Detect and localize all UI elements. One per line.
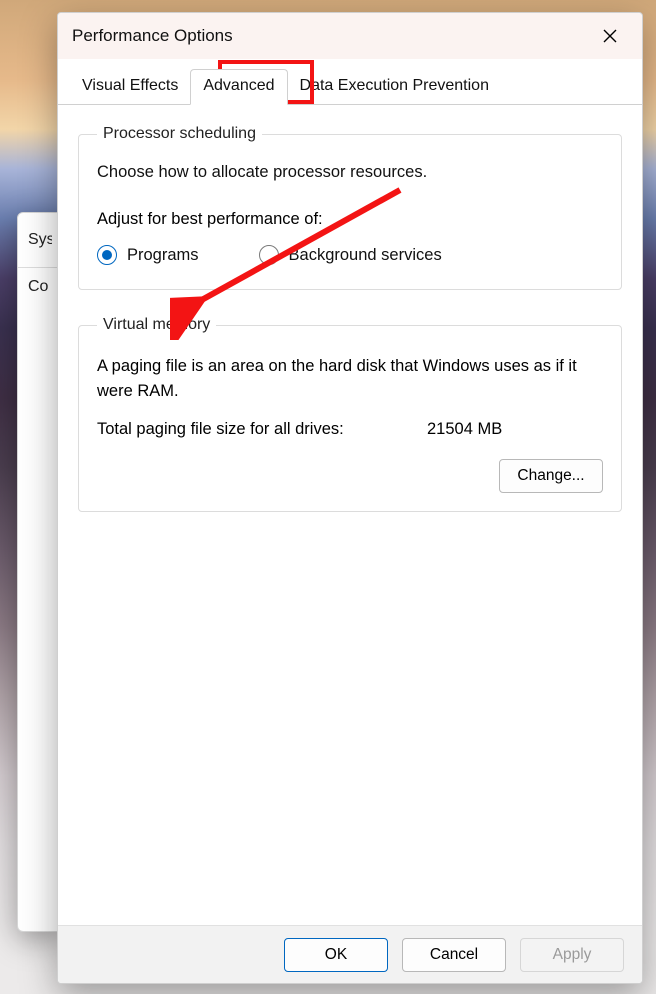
button-label: OK (325, 946, 347, 964)
tab-visual-effects[interactable]: Visual Effects (70, 70, 190, 104)
performance-options-dialog: Performance Options Visual Effects Advan… (57, 12, 643, 984)
processor-scheduling-group: Processor scheduling Choose how to alloc… (78, 125, 622, 290)
button-label: Change... (517, 467, 584, 485)
dialog-title: Performance Options (72, 26, 588, 46)
tabstrip: Visual Effects Advanced Data Execution P… (58, 59, 642, 105)
tab-label: Data Execution Prevention (300, 77, 489, 94)
tab-advanced[interactable]: Advanced (190, 69, 287, 105)
dialog-footer: OK Cancel Apply (58, 925, 642, 983)
radio-dot-icon (259, 245, 279, 265)
tab-label: Advanced (203, 77, 274, 94)
close-icon (603, 29, 617, 43)
bgwin-separator (18, 267, 62, 268)
tab-content: Processor scheduling Choose how to alloc… (58, 105, 642, 925)
titlebar: Performance Options (58, 13, 642, 59)
ok-button[interactable]: OK (284, 938, 388, 972)
radio-group: Programs Background services (97, 245, 603, 265)
paging-file-row: Total paging file size for all drives: 2… (97, 420, 603, 439)
paging-file-value: 21504 MB (427, 420, 603, 439)
radio-programs[interactable]: Programs (97, 245, 199, 265)
virtual-memory-group: Virtual memory A paging file is an area … (78, 316, 622, 512)
cancel-button[interactable]: Cancel (402, 938, 506, 972)
radio-background-services[interactable]: Background services (259, 245, 442, 265)
processor-scheduling-legend: Processor scheduling (97, 125, 262, 143)
apply-button[interactable]: Apply (520, 938, 624, 972)
paging-file-label: Total paging file size for all drives: (97, 420, 427, 439)
bgwin-text-sys: Sys (28, 231, 52, 249)
virtual-memory-legend: Virtual memory (97, 316, 216, 334)
tab-label: Visual Effects (82, 77, 178, 94)
bgwin-text-co: Co (28, 278, 52, 296)
radio-label: Programs (127, 246, 199, 265)
processor-scheduling-desc: Choose how to allocate processor resourc… (97, 163, 603, 182)
button-label: Cancel (430, 946, 478, 964)
tab-data-execution-prevention[interactable]: Data Execution Prevention (288, 70, 501, 104)
close-button[interactable] (588, 20, 632, 52)
virtual-memory-desc: A paging file is an area on the hard dis… (97, 354, 603, 404)
change-button[interactable]: Change... (499, 459, 603, 493)
adjust-for-best-label: Adjust for best performance of: (97, 210, 603, 229)
radio-label: Background services (289, 246, 442, 265)
radio-dot-icon (97, 245, 117, 265)
button-label: Apply (553, 946, 592, 964)
